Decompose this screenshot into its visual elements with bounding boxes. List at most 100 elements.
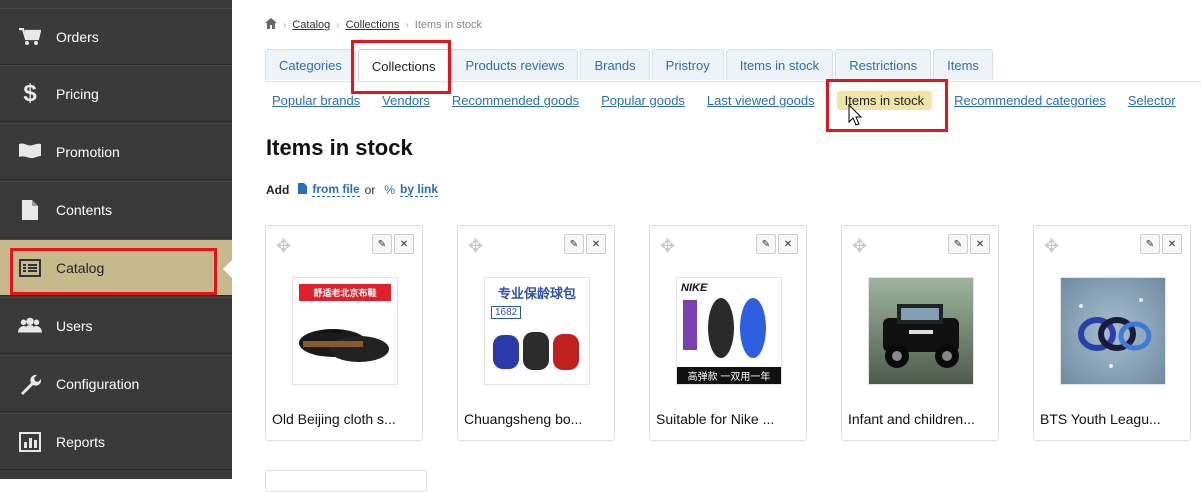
breadcrumb: › Catalog › Collections › Items in stock: [265, 18, 482, 32]
edit-icon[interactable]: ✎: [948, 234, 968, 254]
product-card: ✥ ✎ ✕ 舒适老北京布鞋 Old Beijing cloth s...: [265, 225, 423, 441]
edit-icon[interactable]: ✎: [372, 234, 392, 254]
add-from-file-link[interactable]: from file: [312, 182, 360, 197]
sidebar-item-promotion[interactable]: Promotion: [0, 123, 232, 180]
sidebar-item-label: Catalog: [56, 259, 105, 276]
sidebar-item-pricing[interactable]: $ Pricing: [0, 65, 232, 122]
edit-icon[interactable]: ✎: [756, 234, 776, 254]
document-icon: [18, 198, 42, 222]
tab-products-reviews[interactable]: Products reviews: [451, 49, 579, 80]
sidebar-item-label: Orders: [56, 28, 99, 45]
move-handle-icon[interactable]: ✥: [468, 236, 483, 257]
sidebar-item-reports[interactable]: Reports: [0, 413, 232, 470]
breadcrumb-catalog[interactable]: Catalog: [292, 19, 330, 31]
product-thumbnail[interactable]: [868, 277, 974, 385]
product-name: Old Beijing cloth s...: [272, 411, 396, 427]
breadcrumb-separator: ›: [405, 19, 409, 31]
toy-car-image: [883, 304, 959, 368]
tab-pristroy[interactable]: Pristroy: [651, 49, 724, 80]
close-icon[interactable]: ✕: [394, 234, 414, 254]
product-card: ✥ ✎ ✕ BTS Youth Leagu...: [1033, 225, 1191, 441]
subnav-selector[interactable]: Selector: [1128, 93, 1176, 110]
close-icon[interactable]: ✕: [586, 234, 606, 254]
close-icon[interactable]: ✕: [778, 234, 798, 254]
edit-icon[interactable]: ✎: [1140, 234, 1160, 254]
tab-brands[interactable]: Brands: [580, 49, 650, 80]
tab-categories[interactable]: Categories: [265, 49, 356, 80]
or-text: or: [364, 182, 376, 197]
tab-items[interactable]: Items: [933, 49, 993, 80]
product-thumbnail[interactable]: 舒适老北京布鞋: [292, 277, 398, 385]
sidebar-item-label: Promotion: [56, 143, 120, 160]
product-thumbnail[interactable]: [1060, 277, 1166, 385]
sidebar-item-label: Users: [56, 317, 93, 334]
subnav-popular-brands[interactable]: Popular brands: [272, 93, 360, 110]
flag-icon: [18, 140, 42, 164]
tab-divider: [265, 81, 1201, 82]
product-name: Suitable for Nike ...: [656, 411, 775, 427]
product-name: Infant and children...: [848, 411, 975, 427]
move-handle-icon[interactable]: ✥: [1044, 236, 1059, 257]
mouse-cursor-icon: [848, 103, 863, 131]
bags-image: [493, 332, 579, 370]
cart-icon: [18, 25, 42, 49]
collection-subnav: Popular brands Vendors Recommended goods…: [272, 91, 1198, 110]
sidebar-item-label: Reports: [56, 433, 106, 450]
home-icon[interactable]: [265, 18, 277, 32]
product-thumbnail[interactable]: 专业保龄球包 1682: [484, 277, 590, 385]
move-handle-icon[interactable]: ✥: [852, 236, 867, 257]
breadcrumb-current: Items in stock: [414, 19, 483, 31]
brand-logo: NIKE: [681, 282, 708, 294]
chart-icon: [18, 430, 42, 454]
sidebar-item-label: Configuration: [56, 375, 140, 392]
subnav-recommended-categories[interactable]: Recommended categories: [954, 93, 1106, 110]
product-card: ✥ ✎ ✕ Infant and children...: [841, 225, 999, 441]
breadcrumb-separator: ›: [336, 19, 340, 31]
add-label: Add: [266, 182, 290, 197]
file-icon: [298, 182, 308, 197]
sidebar-item-label: Pricing: [56, 85, 99, 102]
sidebar-item-configuration[interactable]: Configuration: [0, 355, 232, 412]
thumb-caption: 高弹款 一双用一年: [677, 367, 781, 384]
product-name: Chuangsheng bo...: [464, 411, 583, 427]
tab-collections[interactable]: Collections: [357, 49, 450, 82]
tab-items-in-stock[interactable]: Items in stock: [725, 49, 834, 80]
breadcrumb-separator: ›: [283, 19, 287, 31]
product-name: BTS Youth Leagu...: [1040, 411, 1161, 427]
move-handle-icon[interactable]: ✥: [276, 236, 291, 257]
link-icon: %: [384, 182, 396, 197]
add-by-link-link[interactable]: by link: [400, 182, 439, 197]
sidebar: Orders $ Pricing Promotion Contents Cata…: [0, 0, 233, 479]
page-title: Items in stock: [266, 135, 413, 160]
subnav-last-viewed-goods[interactable]: Last viewed goods: [707, 93, 815, 110]
add-row: Add from file or % by link: [266, 182, 439, 197]
subnav-vendors[interactable]: Vendors: [382, 93, 430, 110]
dollar-icon: $: [23, 79, 37, 107]
subnav-recommended-goods[interactable]: Recommended goods: [452, 93, 579, 110]
list-icon: [18, 256, 42, 280]
thumb-sub: 1682: [491, 306, 522, 319]
sidebar-item-catalog[interactable]: Catalog: [0, 239, 232, 296]
breadcrumb-collections[interactable]: Collections: [346, 19, 400, 31]
shoes-image: [299, 329, 389, 362]
thumb-caption: 专业保龄球包: [497, 286, 576, 301]
move-handle-icon[interactable]: ✥: [660, 236, 675, 257]
edit-icon[interactable]: ✎: [564, 234, 584, 254]
product-thumbnail[interactable]: NIKE 高弹款 一双用一年: [676, 277, 782, 385]
close-icon[interactable]: ✕: [970, 234, 990, 254]
sidebar-item-label: Contents: [56, 201, 113, 218]
sidebar-item-users[interactable]: Users: [0, 297, 232, 354]
subnav-popular-goods[interactable]: Popular goods: [601, 93, 685, 110]
users-icon: [18, 314, 42, 338]
tab-bar: Categories Collections Products reviews …: [265, 49, 995, 82]
sidebar-item-orders[interactable]: Orders: [0, 8, 232, 65]
sidebar-item-contents[interactable]: Contents: [0, 181, 232, 238]
product-card: ✥ ✎ ✕ 专业保龄球包 1682 Chuangsheng bo...: [457, 225, 615, 441]
thumb-caption: 舒适老北京布鞋: [299, 284, 391, 301]
tab-restrictions[interactable]: Restrictions: [835, 49, 932, 80]
close-icon[interactable]: ✕: [1162, 234, 1182, 254]
insoles-image: [683, 298, 766, 358]
wrench-icon: [18, 372, 42, 396]
rings-image: [1078, 298, 1152, 368]
product-card: ✥ ✎ ✕ NIKE 高弹款 一双用一年 Suitable for Nike ..…: [649, 225, 807, 441]
